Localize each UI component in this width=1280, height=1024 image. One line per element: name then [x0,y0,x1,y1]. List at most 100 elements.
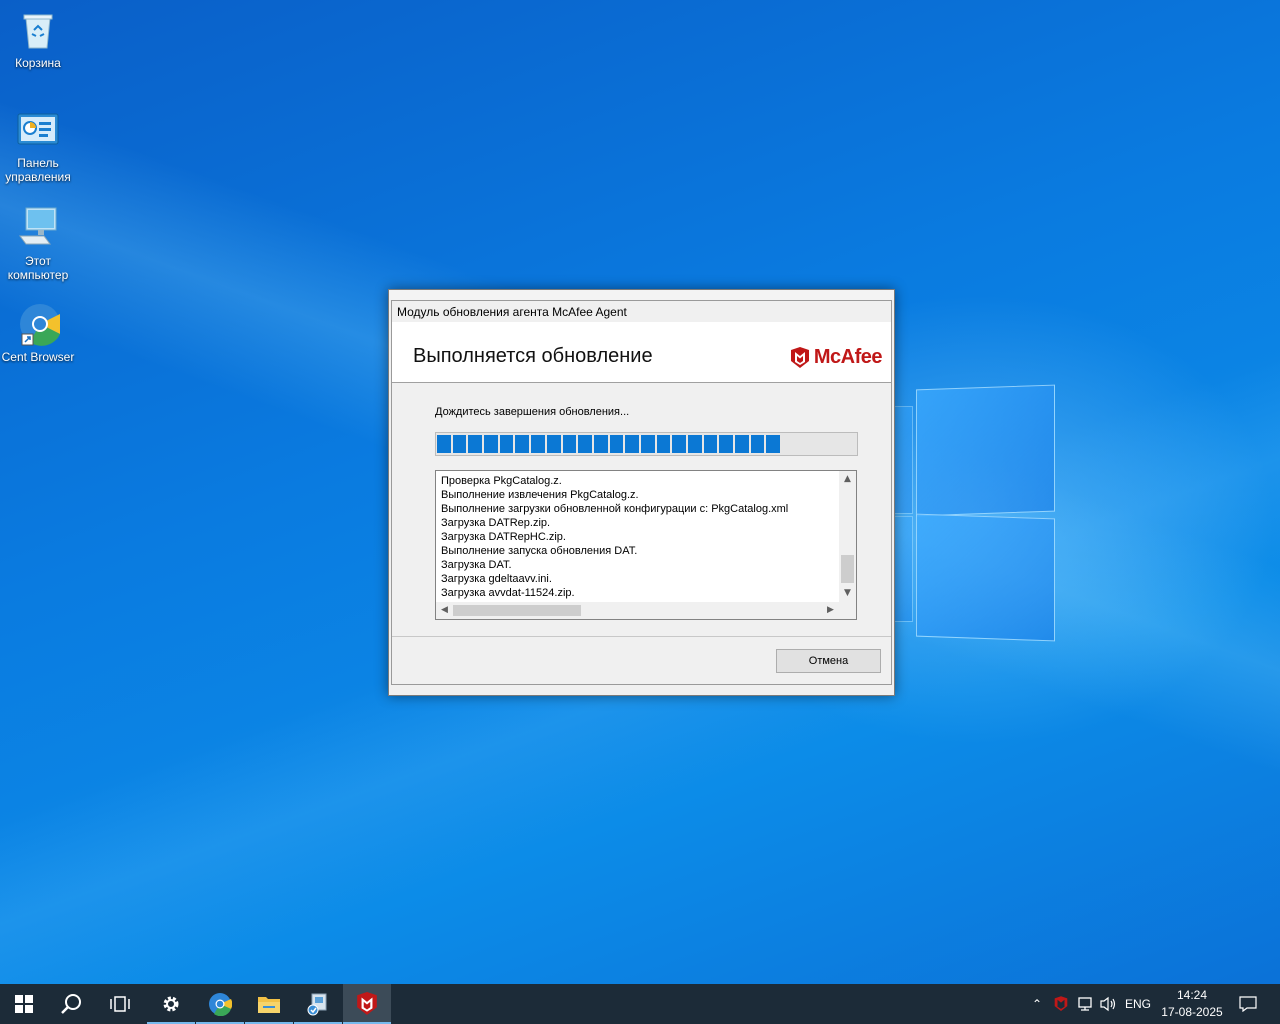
progress-segment [546,435,561,453]
search-icon [61,994,81,1014]
clock-button[interactable]: 14:24 17-08-2025 [1152,987,1232,1021]
dialog-title: Модуль обновления агента McAfee Agent [397,305,627,319]
progress-segment [562,435,577,453]
update-log[interactable]: Проверка PkgCatalog.z. Выполнение извлече… [435,470,857,620]
progress-segment [688,435,702,453]
wallpaper-logo-pane [916,384,1055,517]
installer-icon [307,993,327,1016]
log-line: Загрузка avvdat-11524.zip. [441,587,575,599]
wallpaper-logo-pane [893,406,913,514]
progress-segment [703,435,718,453]
log-line: Загрузка gdeltaavv.ini. [441,573,552,585]
recycle-bin-icon [16,8,60,52]
log-line: Загрузка DATRepHC.zip. [441,531,566,543]
folder-icon [258,997,280,1013]
log-line: Проверка PkgCatalog.z. [441,475,562,487]
desktop-icon-recycle-bin[interactable]: Корзина [0,8,76,70]
speaker-icon [1100,996,1116,1012]
horizontal-scroll-thumb[interactable] [453,605,581,616]
gear-icon [163,996,179,1012]
cent-browser-icon [209,993,232,1016]
status-text: Дождитесь завершения обновления... [435,406,630,418]
dialog-separator [392,636,891,637]
progress-segment [531,435,545,453]
progress-fill [437,435,781,453]
progress-segment [750,435,765,453]
input-language-button[interactable]: ENG [1122,984,1154,1024]
clock-date: 17-08-2025 [1161,1005,1223,1019]
desktop-icon-label: Cent Browser [1,350,75,364]
cancel-button[interactable]: Отмена [776,649,881,673]
installer-button[interactable] [294,984,342,1024]
progress-segment [499,435,514,453]
progress-segment [437,435,451,453]
clock-time: 14:24 [1176,988,1208,1002]
task-view-button[interactable] [96,984,144,1024]
start-button[interactable] [0,984,48,1024]
log-line: Выполнение запуска обновления DAT. [441,545,638,557]
taskbar: ⌃ ENG 14:24 17-08-2025 [0,984,1280,1024]
update-dialog: Модуль обновления агента McAfee Agent Вы… [391,300,892,685]
vertical-scroll-thumb[interactable] [841,555,854,583]
notification-icon [1239,996,1257,1012]
desktop-icon-control-panel[interactable]: Панель управления [0,108,76,184]
scroll-up-icon[interactable]: ▲ [839,471,856,488]
background-window-titlebar [389,290,894,300]
control-panel-icon [16,108,60,152]
progress-segment [468,435,483,453]
progress-segment [593,435,608,453]
dialog-heading: Выполняется обновление [413,345,653,367]
progress-segment [515,435,530,453]
file-explorer-button[interactable] [245,984,293,1024]
progress-segment [484,435,498,453]
desktop-icon-this-pc[interactable]: Этот компьютер [0,206,76,282]
search-button[interactable] [48,984,96,1024]
log-vertical-scrollbar[interactable]: ▲ ▼ [839,471,856,602]
update-progress-bar [435,432,858,456]
log-line: Выполнение извлечения PkgCatalog.z. [441,489,639,501]
log-line: Загрузка DAT. [441,559,512,571]
progress-segment [578,435,592,453]
progress-segment [625,435,639,453]
log-horizontal-scrollbar[interactable]: ◀ ▶ [436,602,856,619]
progress-segment [609,435,624,453]
progress-segment [672,435,686,453]
desktop-icon-cent-browser[interactable]: Cent Browser [0,302,76,364]
mcafee-logo: McAfee [790,346,883,369]
scroll-left-icon[interactable]: ◀ [436,602,453,619]
brand-name: McAfee [813,346,883,368]
progress-segment [452,435,467,453]
mcafee-shield-icon [790,346,809,368]
tray-volume-button[interactable] [1098,984,1120,1024]
cent-browser-button[interactable] [196,984,244,1024]
settings-button[interactable] [147,984,195,1024]
action-center-button[interactable] [1234,984,1262,1024]
log-lines: Проверка PkgCatalog.z. Выполнение извлече… [441,474,788,600]
progress-segment [640,435,655,453]
log-line: Выполнение загрузки обновленной конфигур… [441,503,789,515]
progress-segment [735,435,749,453]
mcafee-button[interactable] [343,984,391,1024]
progress-segment [656,435,671,453]
progress-segment [719,435,734,453]
scroll-right-icon[interactable]: ▶ [822,602,839,619]
mcafee-shield-icon [1054,996,1068,1011]
tray-network-button[interactable] [1074,984,1096,1024]
chevron-up-icon: ⌃ [1031,997,1043,1011]
desktop-icon-label: Этот компьютер [7,254,69,282]
wallpaper-logo-pane [893,516,913,622]
this-pc-icon [16,206,60,250]
windows-logo-icon [15,995,33,1013]
desktop-icon-label: Корзина [15,56,61,70]
scroll-down-icon[interactable]: ▼ [839,585,856,602]
desktop-icon-label: Панель управления [5,156,71,184]
show-hidden-icons-button[interactable]: ⌃ [1027,984,1047,1024]
log-line: Загрузка DATRep.zip. [441,517,551,529]
dialog-header: Выполняется обновление McAfee [392,322,891,383]
cent-browser-icon [16,302,63,346]
wallpaper-logo-pane [916,513,1055,642]
progress-segment [766,435,781,453]
task-view-icon [110,996,130,1012]
network-icon [1078,997,1092,1011]
tray-mcafee-button[interactable] [1050,984,1072,1024]
